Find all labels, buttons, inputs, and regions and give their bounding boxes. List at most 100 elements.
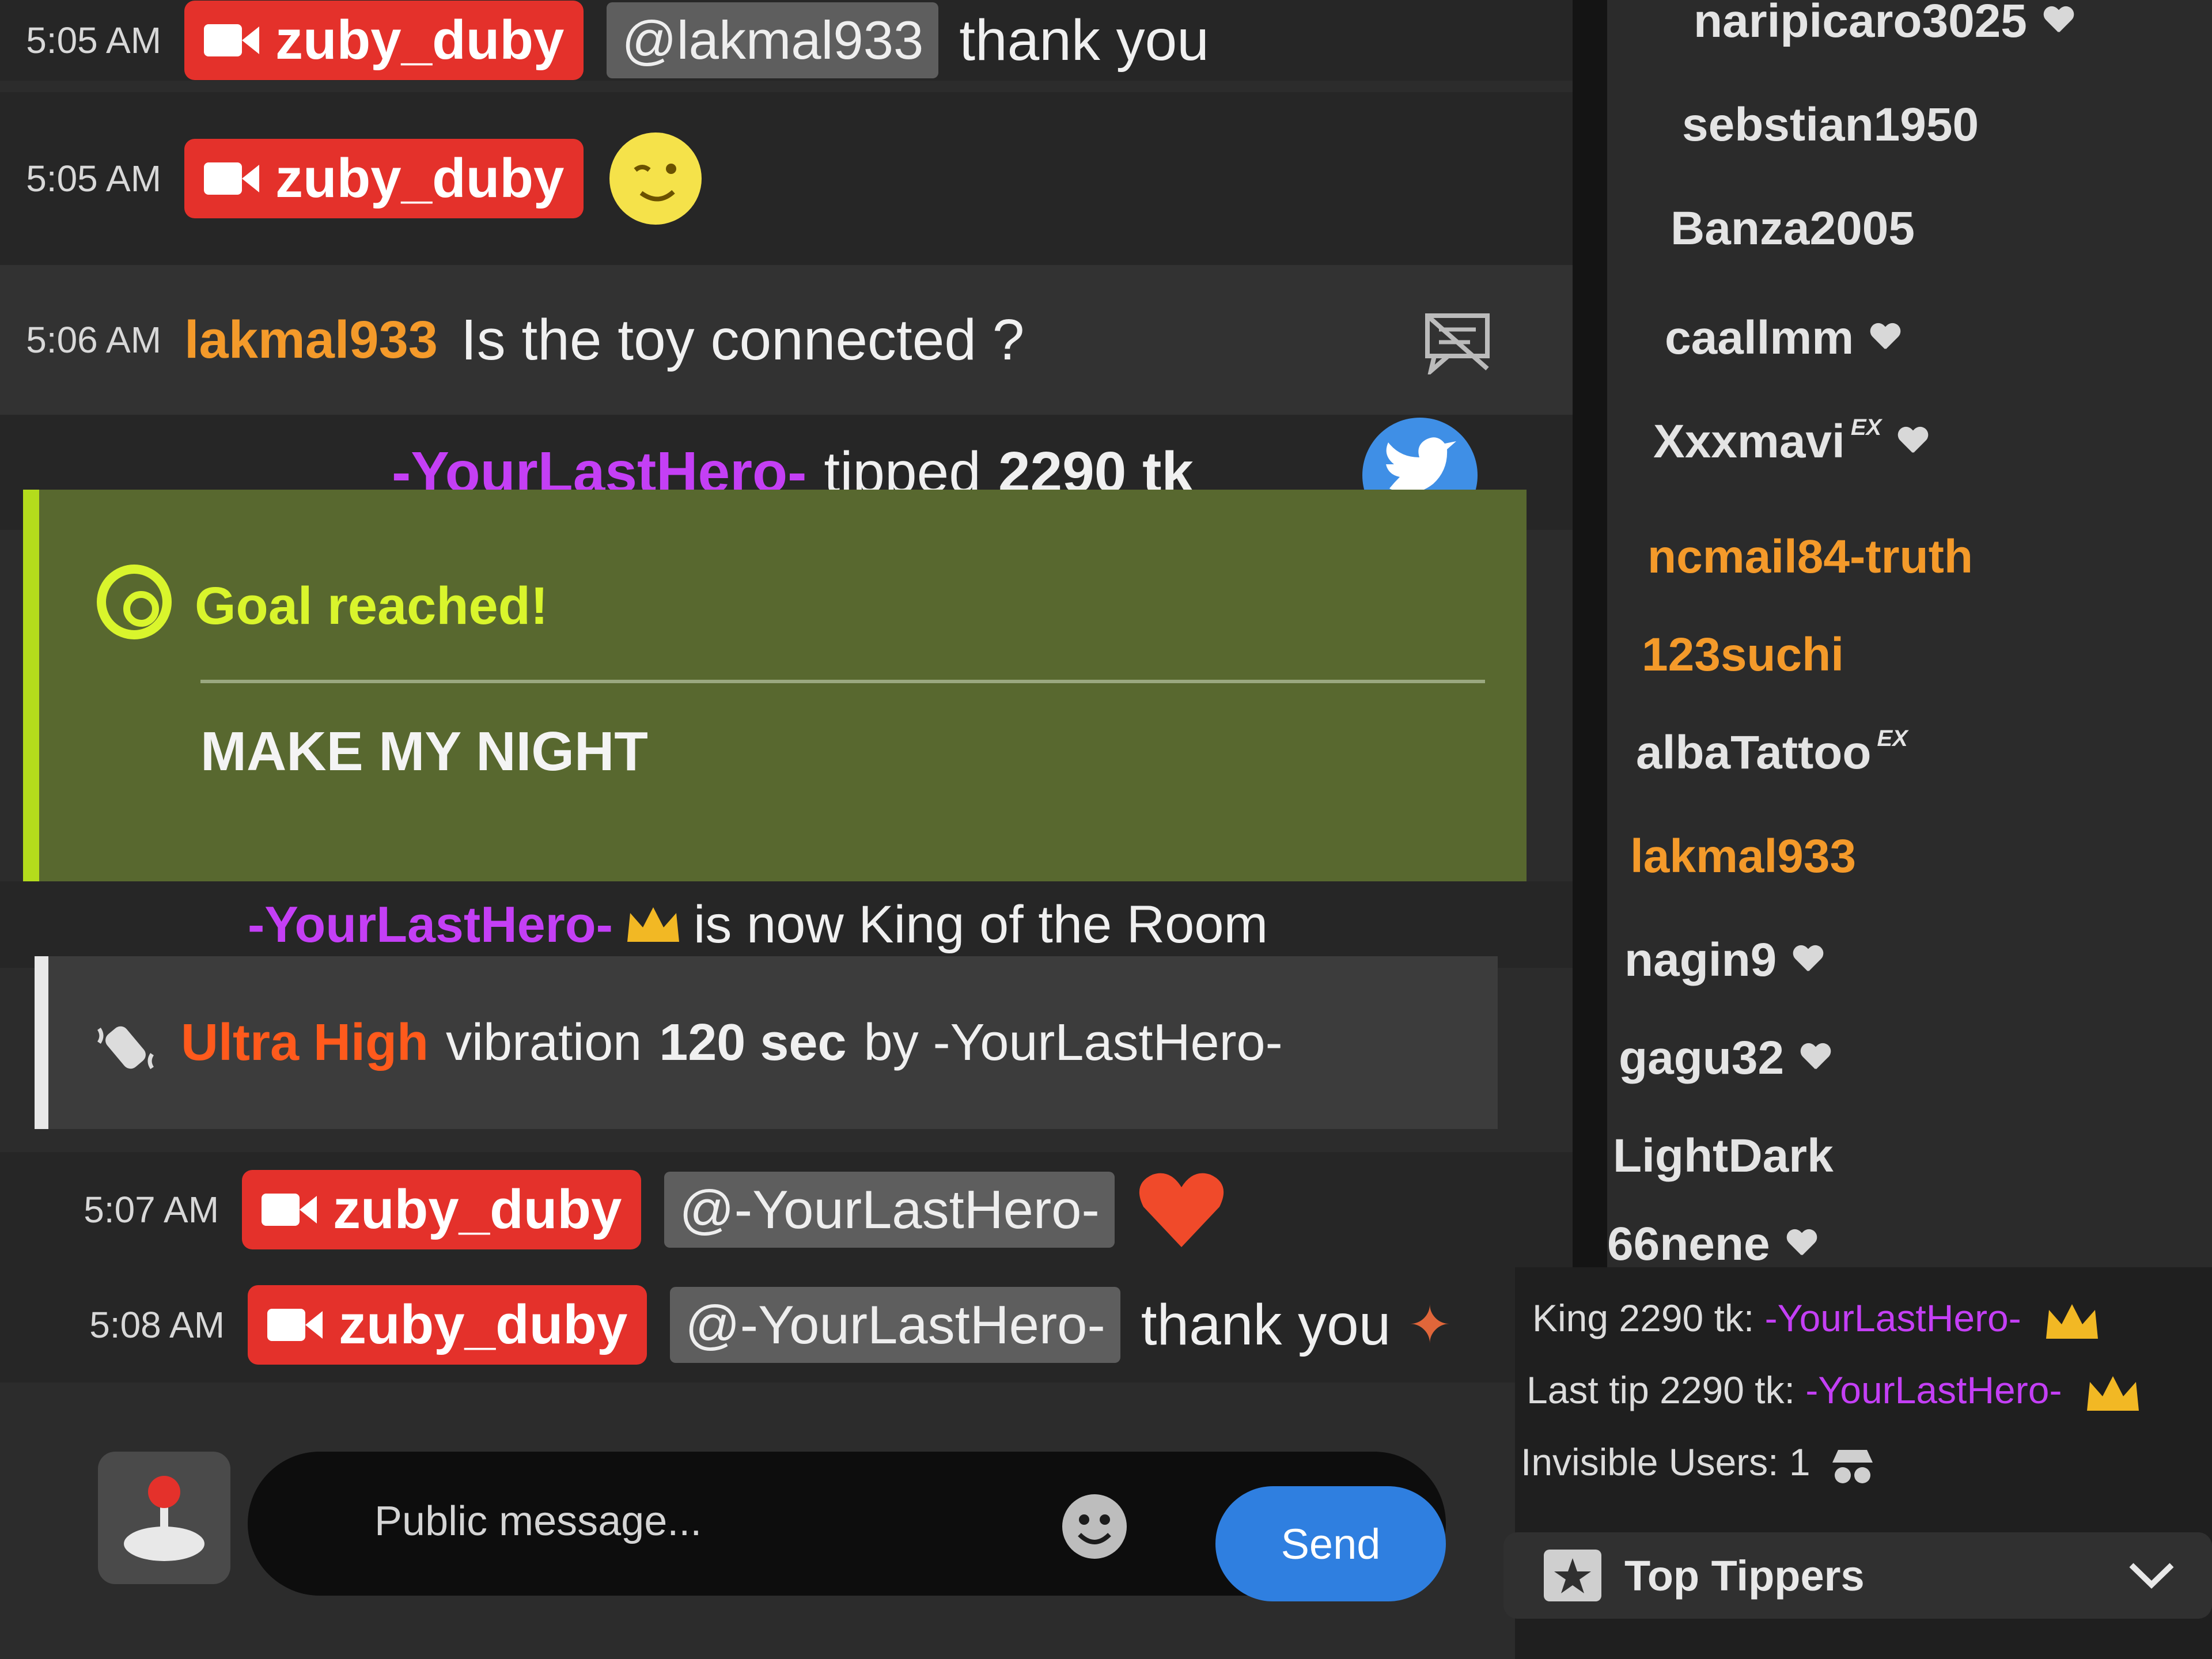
message-user[interactable]: lakmal933: [184, 310, 438, 370]
viewer-item[interactable]: 66nene: [1607, 1221, 1817, 1267]
viewer-item[interactable]: 123suchi: [1642, 628, 1844, 682]
viewer-item[interactable]: albaTattoo EX: [1636, 726, 1908, 780]
viewer-item[interactable]: LightDark: [1613, 1129, 1834, 1183]
message-time: 5:08 AM: [89, 1304, 225, 1346]
chat-message: 5:05 AM zuby_duby: [0, 92, 1573, 265]
viewer-item[interactable]: Xxxmavi EX: [1653, 415, 1929, 469]
heart-icon: [1870, 324, 1901, 353]
crown-icon: [2086, 1376, 2139, 1411]
message-text: thank you: [1141, 1292, 1391, 1357]
heart-icon: [1897, 427, 1929, 456]
crown-icon: [2046, 1304, 2099, 1339]
public-message-input[interactable]: Public message... Send: [248, 1452, 1446, 1601]
heart-icon: [1800, 1044, 1831, 1073]
top-tippers-dropdown[interactable]: Top Tippers: [1503, 1532, 2212, 1619]
crown-icon: [627, 907, 679, 942]
viewer-name: caallmm: [1665, 312, 1854, 364]
goal-text: MAKE MY NIGHT: [200, 721, 648, 782]
king-text: is now King of the Room: [693, 895, 1268, 954]
heart-icon: [2043, 7, 2074, 36]
mention-tag[interactable]: @lakmal933: [607, 2, 939, 78]
viewer-name: lakmal933: [1630, 830, 1857, 882]
broadcaster-badge[interactable]: zuby_duby: [242, 1170, 642, 1249]
broadcaster-badge[interactable]: zuby_duby: [248, 1285, 647, 1365]
viewer-item[interactable]: naripicaro3025: [1694, 0, 2074, 48]
viewer-item[interactable]: caallmm: [1665, 311, 1901, 365]
viewer-item[interactable]: sebstian1950: [1682, 98, 1979, 152]
stat-label: Last tip 2290 tk:: [1527, 1369, 1795, 1411]
incognito-icon: [1832, 1449, 1873, 1483]
viewer-name: Xxxmavi: [1653, 415, 1845, 468]
ex-badge: EX: [1877, 726, 1908, 751]
top-tippers-label: Top Tippers: [1624, 1551, 1865, 1600]
viewer-name: LightDark: [1613, 1130, 1834, 1182]
mention-tag[interactable]: @-YourLastHero-: [664, 1172, 1115, 1248]
stat-label: King 2290 tk:: [1532, 1297, 1755, 1339]
divider: [200, 680, 1485, 683]
viewer-name: ncmail84-truth: [1647, 531, 1973, 583]
viewer-list: naripicaro3025 sebstian1950 Banza2005 ca…: [1607, 0, 2212, 1267]
send-button[interactable]: Send: [1215, 1486, 1446, 1601]
viewer-name: Banza2005: [1671, 202, 1915, 255]
joystick-icon: [124, 1476, 204, 1561]
message-user: zuby_duby: [275, 9, 565, 71]
input-placeholder: Public message...: [374, 1498, 702, 1544]
viewer-name: 123suchi: [1642, 628, 1844, 681]
broadcaster-badge[interactable]: zuby_duby: [184, 139, 584, 218]
stat-value: 1: [1789, 1441, 1810, 1483]
viewer-item[interactable]: ncmail84-truth: [1647, 530, 1973, 584]
message-time: 5:06 AM: [26, 319, 161, 361]
viewer-name: albaTattoo: [1636, 726, 1872, 779]
chat-message: 5:07 AM zuby_duby @-YourLastHero-: [0, 1152, 1573, 1267]
vibration-notification: Ultra High vibration 120 sec by -YourLas…: [35, 956, 1498, 1129]
king-stat: King 2290 tk: -YourLastHero-: [1532, 1296, 2101, 1342]
goal-title: Goal reached!: [195, 577, 548, 635]
viewer-name: nagin9: [1624, 934, 1777, 986]
viewer-name: naripicaro3025: [1694, 0, 2027, 47]
vibration-level: Ultra High: [181, 1013, 429, 1071]
message-time: 5:05 AM: [26, 20, 161, 61]
camera-icon: [267, 1306, 323, 1343]
vibration-by: by -YourLastHero-: [863, 1013, 1283, 1071]
king-user[interactable]: -YourLastHero-: [248, 895, 613, 954]
message-text: thank you: [959, 7, 1209, 73]
vibration-icon: [97, 1026, 154, 1069]
stat-user[interactable]: -YourLastHero-: [1805, 1369, 2062, 1411]
trophy-star-icon: [1544, 1550, 1601, 1601]
chat-message: 5:06 AM lakmal933 Is the toy connected ?: [0, 265, 1573, 415]
chevron-down-icon: [2129, 1563, 2174, 1589]
chat-message: 5:08 AM zuby_duby @-YourLastHero- thank …: [0, 1267, 1573, 1382]
message-composer: Public message... Send: [58, 1429, 1446, 1601]
message-user: zuby_duby: [333, 1179, 622, 1240]
invisible-users-stat: Invisible Users: 1: [1521, 1440, 1878, 1486]
viewer-item[interactable]: lakmal933: [1630, 830, 1856, 884]
viewer-item[interactable]: Banza2005: [1671, 202, 1915, 256]
emoji-picker-icon[interactable]: [1060, 1492, 1129, 1561]
heart-icon: [1793, 946, 1824, 975]
stat-label: Invisible Users:: [1521, 1441, 1779, 1483]
message-text: Is the toy connected ?: [460, 307, 1025, 372]
translate-icon[interactable]: [1423, 311, 1492, 374]
camera-icon: [204, 160, 259, 197]
viewer-item[interactable]: gagu32: [1619, 1031, 1831, 1085]
viewer-name: sebstian1950: [1682, 99, 1979, 151]
last-tip-stat: Last tip 2290 tk: -YourLastHero-: [1527, 1368, 2142, 1414]
message-user: zuby_duby: [275, 147, 565, 209]
target-icon: [97, 565, 172, 639]
vibration-text: vibration: [446, 1013, 642, 1071]
chat-panel: 5:05 AM zuby_duby @lakmal933 thank you 5…: [0, 0, 1573, 1659]
wink-emoji-icon: [609, 132, 702, 225]
heart-icon: [1786, 1230, 1817, 1259]
king-notification: -YourLastHero- is now King of the Room: [0, 881, 1573, 968]
vibration-duration: 120 sec: [659, 1013, 847, 1071]
stat-user[interactable]: -YourLastHero-: [1765, 1297, 2021, 1339]
viewer-name: gagu32: [1619, 1032, 1785, 1084]
message-time: 5:07 AM: [84, 1189, 219, 1230]
camera-icon: [262, 1191, 317, 1228]
viewer-item[interactable]: nagin9: [1624, 933, 1824, 987]
mention-tag[interactable]: @-YourLastHero-: [670, 1287, 1120, 1363]
chat-message: 5:05 AM zuby_duby @lakmal933 thank you: [0, 0, 1573, 81]
broadcaster-badge[interactable]: zuby_duby: [184, 1, 584, 80]
toy-control-button[interactable]: [98, 1452, 230, 1584]
goal-reached-banner: Goal reached! MAKE MY NIGHT: [23, 490, 1527, 881]
